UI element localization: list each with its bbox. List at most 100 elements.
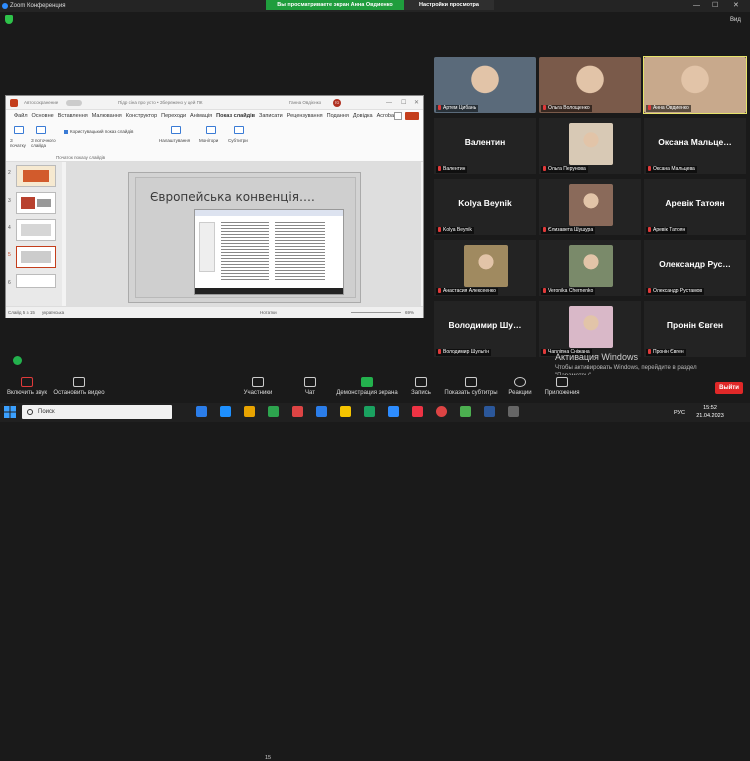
tab-view[interactable]: Подання <box>327 110 349 122</box>
from-start-label[interactable]: З початку <box>10 138 28 148</box>
slide-thumbnail[interactable] <box>16 192 56 214</box>
taskbar-app-icon[interactable] <box>196 406 207 417</box>
tab-transitions[interactable]: Переходи <box>161 110 186 122</box>
security-shield-icon[interactable] <box>5 15 13 24</box>
muted-mic-icon <box>648 288 651 294</box>
minimize-icon[interactable]: — <box>693 0 700 12</box>
participant-tile[interactable]: Олександр Рус… Олександр Рустамов <box>643 239 747 297</box>
taskbar-app-icon[interactable] <box>220 406 231 417</box>
view-options-button[interactable]: Настройки просмотра <box>404 0 494 10</box>
participant-name-display: Аревік Татоян <box>665 198 725 208</box>
participant-label-text: Оксана Мальцева <box>653 166 695 172</box>
participant-label-text: Артем Цибань <box>443 105 477 111</box>
tab-draw[interactable]: Малювання <box>92 110 122 122</box>
from-current-label[interactable]: З поточного слайда <box>31 138 61 148</box>
tab-review[interactable]: Рецензування <box>287 110 323 122</box>
participant-tile[interactable]: Єлизавета Шушура <box>538 178 642 236</box>
subtitles-icon[interactable] <box>234 126 244 134</box>
ppt-close-icon[interactable]: ✕ <box>414 96 419 110</box>
taskbar-app-icon[interactable] <box>244 406 255 417</box>
setup-label[interactable]: Налаштування <box>159 138 190 143</box>
participant-tile[interactable]: Ольга Волощенко <box>538 56 642 114</box>
zoom-slider[interactable] <box>351 312 401 313</box>
leave-button[interactable]: Выйти <box>715 382 743 394</box>
taskbar-app-icon[interactable] <box>460 406 471 417</box>
apps-button[interactable]: Приложения <box>542 377 582 396</box>
stop-video-label: Остановить видео <box>53 390 105 396</box>
ppt-maximize-icon[interactable]: ☐ <box>401 96 406 110</box>
record-button[interactable]: Запись <box>406 377 436 396</box>
participant-tile[interactable]: Артем Цибань <box>433 56 537 114</box>
reactions-button[interactable]: Реакции <box>505 377 535 396</box>
participant-label-text: Kolya Beynik <box>443 227 472 233</box>
tab-help[interactable]: Довідка <box>353 110 373 122</box>
taskbar-search-input[interactable]: Поиск <box>22 405 172 419</box>
taskbar-clock[interactable]: 15:52 21.04.2023 <box>690 404 730 420</box>
language-indicator: українська <box>42 310 65 315</box>
taskbar-app-icon[interactable] <box>292 406 303 417</box>
participant-tile[interactable]: Пронін Євген Пронін Євген <box>643 300 747 358</box>
stop-video-button[interactable]: Остановить видео <box>53 377 105 396</box>
tab-animations[interactable]: Анімація <box>190 110 212 122</box>
present-button[interactable] <box>405 112 419 120</box>
view-button[interactable]: Вид <box>730 17 741 23</box>
taskbar-app-icon[interactable] <box>340 406 351 417</box>
share-screen-button[interactable]: Демонстрация экрана <box>333 377 401 396</box>
participant-tile[interactable]: Аревік Татоян Аревік Татоян <box>643 178 747 236</box>
participant-tile[interactable]: Анастасия Алексеенко <box>433 239 537 297</box>
tab-design[interactable]: Конструктор <box>126 110 157 122</box>
autosave-toggle[interactable] <box>66 100 82 106</box>
tab-record[interactable]: Записати <box>259 110 283 122</box>
tab-acrobat[interactable]: Acrobat <box>377 110 396 122</box>
tab-home[interactable]: Основне <box>32 110 54 122</box>
show-captions-button[interactable]: Показать субтитры <box>441 377 501 396</box>
participant-tile[interactable]: Валентин Валентин <box>433 117 537 175</box>
ppt-minimize-icon[interactable]: — <box>386 96 392 110</box>
taskbar-app-icon[interactable] <box>316 406 327 417</box>
tab-file[interactable]: Файл <box>14 110 28 122</box>
subtitles-label[interactable]: Субтитри <box>228 138 248 143</box>
chat-button[interactable]: Чат <box>297 377 323 396</box>
close-icon[interactable]: ✕ <box>733 0 739 12</box>
slide-thumbnail[interactable] <box>16 274 56 288</box>
participants-icon <box>252 377 264 387</box>
embedded-document-screenshot <box>194 209 344 295</box>
unmute-button[interactable]: Включить звук <box>4 377 50 396</box>
participant-tile[interactable]: Veronika Chernenko <box>538 239 642 297</box>
taskbar-app-icon[interactable] <box>388 406 399 417</box>
taskbar-app-icon[interactable] <box>436 406 447 417</box>
windows-activation-title: Активация Windows <box>555 352 638 362</box>
taskbar-app-icon[interactable] <box>364 406 375 417</box>
monitors-icon[interactable] <box>206 126 216 134</box>
participant-tile[interactable]: Анна Овдиенко <box>643 56 747 114</box>
participant-tile[interactable]: Kolya Beynik Kolya Beynik <box>433 178 537 236</box>
slide-thumbnail[interactable] <box>16 165 56 187</box>
participant-tile[interactable]: Ольга Перунова <box>538 117 642 175</box>
participants-button[interactable]: Участники <box>238 377 278 396</box>
keyboard-language[interactable]: РУС <box>674 410 685 416</box>
from-current-icon[interactable] <box>36 126 46 134</box>
annotate-icon[interactable] <box>13 356 22 365</box>
participant-tile[interactable]: Чапліпна Сніжана <box>538 300 642 358</box>
slide-thumbnail[interactable] <box>16 219 56 241</box>
taskbar-app-icon[interactable] <box>484 406 495 417</box>
participant-label-text: Єлизавета Шушура <box>548 227 594 233</box>
participant-name-display: Пронін Євген <box>666 320 724 330</box>
monitors-label[interactable]: Монітори <box>199 138 218 143</box>
slide-thumbnail-active[interactable] <box>16 246 56 268</box>
tab-insert[interactable]: Вставлення <box>58 110 88 122</box>
windows-start-icon[interactable] <box>4 406 16 418</box>
custom-show-dropdown[interactable]: Користувацький показ слайдів <box>70 129 133 134</box>
taskbar-app-icon[interactable] <box>508 406 519 417</box>
from-start-icon[interactable] <box>14 126 24 134</box>
comments-icon[interactable] <box>394 112 402 120</box>
slide-counter: Слайд 5 з 15 <box>8 310 35 315</box>
taskbar-app-icon[interactable] <box>412 406 423 417</box>
participant-tile[interactable]: Оксана Мальце… Оксана Мальцева <box>643 117 747 175</box>
setup-icon[interactable] <box>171 126 181 134</box>
notes-button[interactable]: Нотатки <box>260 307 277 319</box>
maximize-icon[interactable]: ☐ <box>712 0 718 12</box>
participant-tile[interactable]: Володимир Шу… Володимир Шульгін <box>433 300 537 358</box>
taskbar-app-icon[interactable] <box>268 406 279 417</box>
current-slide[interactable]: Європейська конвенція…. <box>128 172 361 303</box>
